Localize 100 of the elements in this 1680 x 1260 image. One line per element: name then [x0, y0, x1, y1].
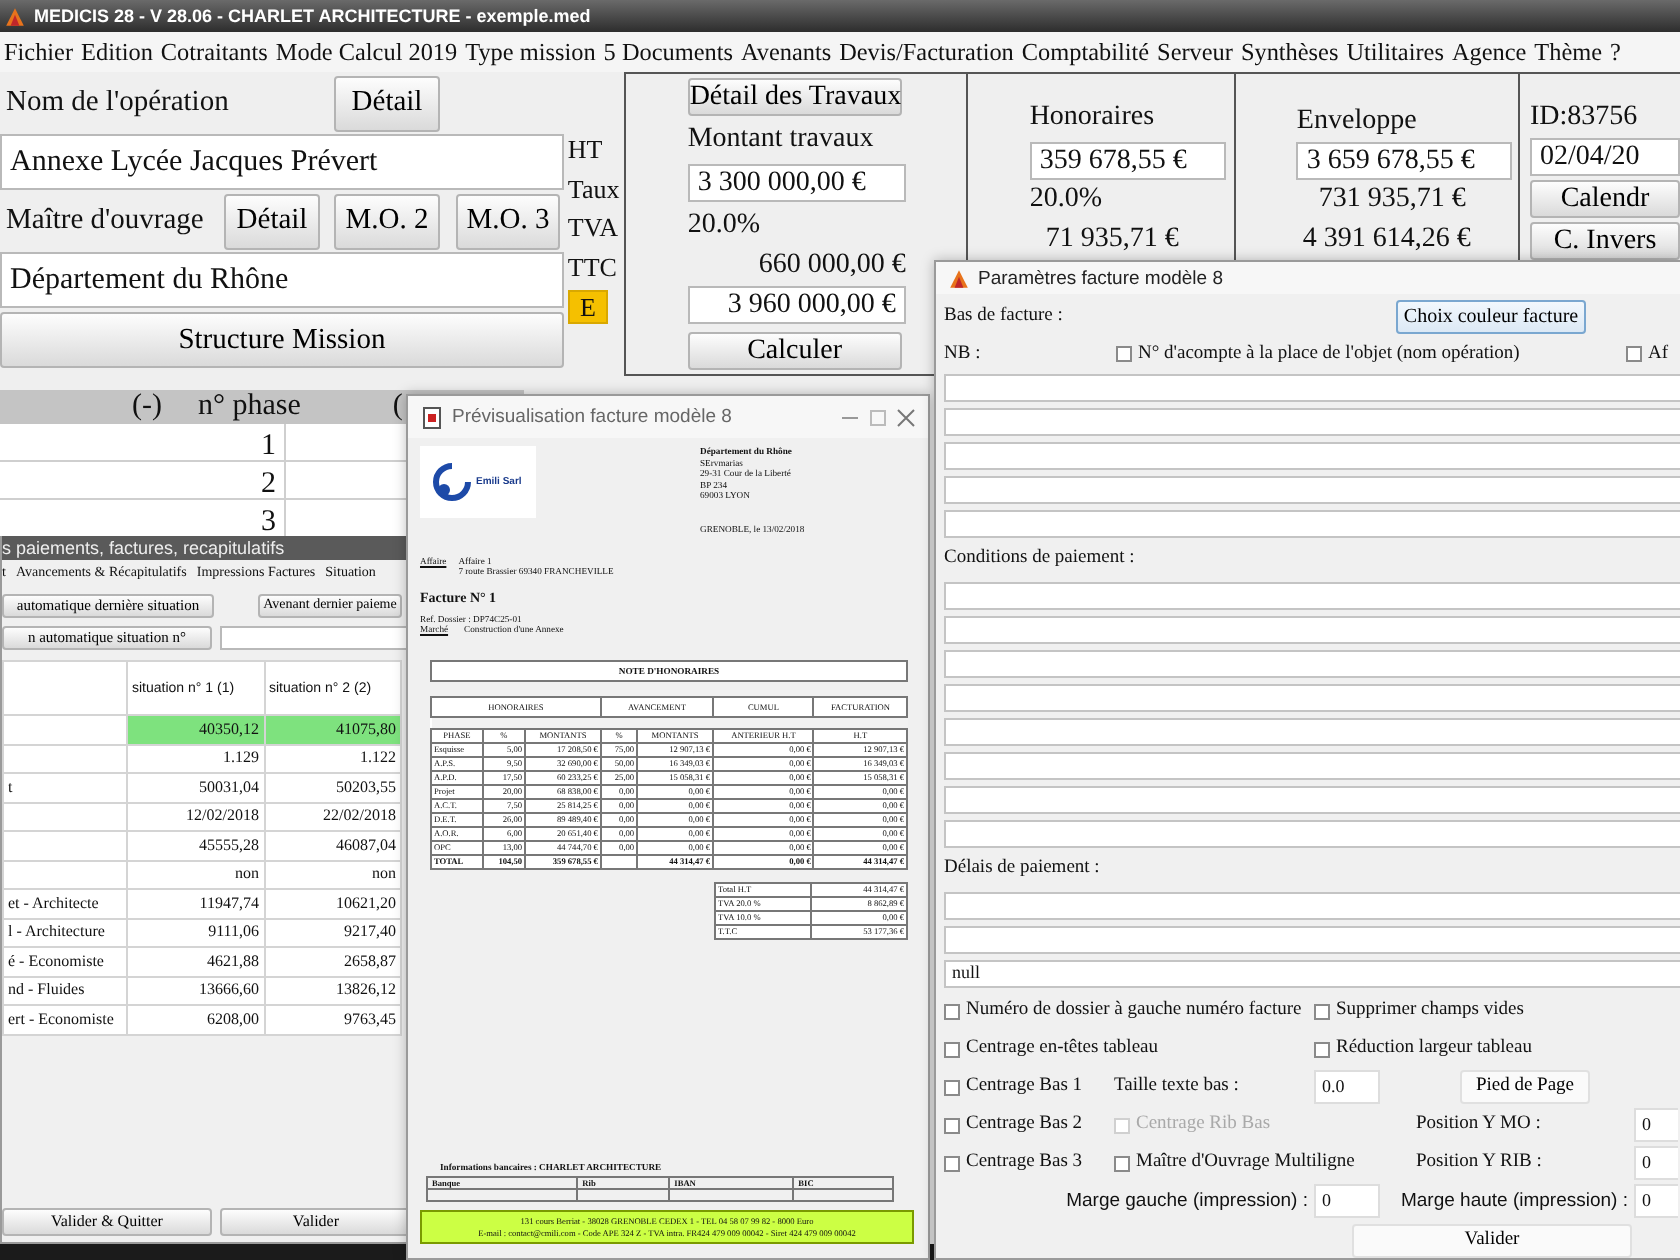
text-field[interactable]	[944, 616, 1680, 644]
row-label: et - Architecte	[8, 893, 99, 912]
amount-text: 4 391 614,26 €	[1300, 222, 1473, 258]
text-field[interactable]: null	[944, 960, 1680, 988]
menu-item[interactable]: Comptabilité	[1021, 33, 1150, 71]
text-field[interactable]	[944, 786, 1680, 814]
text-field[interactable]	[944, 892, 1680, 920]
amount-field[interactable]: 3 659 678,55 €	[1296, 142, 1513, 180]
text-field[interactable]	[944, 684, 1680, 712]
menu-item[interactable]: ?	[1610, 33, 1621, 71]
action-button[interactable]: Calendr	[1530, 180, 1680, 218]
checkbox[interactable]: Numéro de dossier à gauche numéro facture	[944, 996, 1314, 1026]
row-label: t	[8, 777, 13, 796]
checkbox[interactable]: Centrage Bas 3	[944, 1148, 1114, 1178]
text-field[interactable]	[944, 476, 1680, 504]
validate-button[interactable]: Valider	[219, 1208, 412, 1236]
amount-text: 71 935,71 €	[1043, 222, 1181, 258]
table-cell: 3	[261, 506, 276, 538]
table-cell: 9111,06	[127, 918, 264, 947]
menu-item[interactable]: Mode Calcul 2019	[275, 33, 458, 71]
menu-item[interactable]: Type mission	[465, 33, 596, 71]
checkbox[interactable]: Centrage Bas 2	[944, 1110, 1114, 1140]
menu-item[interactable]: Agence	[1451, 33, 1527, 71]
text-field[interactable]	[944, 582, 1680, 610]
menu-item[interactable]: Serveur	[1157, 33, 1233, 71]
owner-button[interactable]: Détail	[224, 193, 320, 249]
column-header: (	[392, 388, 403, 427]
table-cell: 10621,20	[264, 889, 401, 918]
checkbox[interactable]: Af	[1626, 339, 1669, 369]
date-field[interactable]: 02/04/20	[1530, 138, 1680, 176]
menu-item[interactable]: Avenants	[740, 33, 832, 71]
text-field[interactable]	[944, 926, 1680, 954]
detail-button[interactable]: Détail des Travaux	[687, 78, 902, 116]
column-header: n° phase	[198, 388, 301, 427]
menu-item[interactable]: Synthèses	[1240, 33, 1339, 71]
table-cell: 50031,04	[127, 773, 264, 802]
amount-field[interactable]: 3 300 000,00 €	[687, 164, 906, 202]
checkbox[interactable]: Maître d'Ouvrage Multiligne	[1114, 1148, 1384, 1178]
menu-item[interactable]: Fichier	[4, 33, 74, 71]
color-button[interactable]: Choix couleur facture	[1396, 300, 1586, 334]
menu-item[interactable]: 5 Documents	[603, 33, 733, 71]
maximize-icon	[868, 407, 888, 427]
checkbox[interactable]: N° d'acompte à la place de l'objet (nom opération)	[1116, 339, 1626, 369]
calculate-button[interactable]: Calculer	[687, 332, 902, 370]
number-field[interactable]: 0	[1634, 1146, 1678, 1180]
number-field[interactable]: 0.0	[1314, 1070, 1380, 1104]
section-label: NB :	[944, 341, 983, 368]
close-icon	[896, 407, 916, 427]
menu-item[interactable]: Edition	[81, 33, 153, 71]
table-cell: 1.122	[264, 744, 401, 773]
text-field[interactable]	[944, 442, 1680, 470]
menu-item[interactable]: Devis/Facturation	[839, 33, 1014, 71]
row-label: é - Economiste	[8, 951, 104, 970]
text-field[interactable]	[944, 650, 1680, 678]
detail-button[interactable]: Détail	[334, 75, 440, 131]
footer-button[interactable]: Pied de Page	[1460, 1070, 1590, 1104]
text-field[interactable]	[944, 510, 1680, 538]
checkbox[interactable]: Centrage Bas 1	[944, 1072, 1114, 1102]
rate-text: 20.0%	[1029, 182, 1104, 218]
menu-item[interactable]: Thème	[1534, 33, 1603, 71]
validate-quit-button[interactable]: Valider & Quitter	[2, 1208, 212, 1236]
action-button[interactable]: C. Invers	[1530, 222, 1680, 260]
app-icon	[948, 267, 970, 289]
owner-button[interactable]: M.O. 2	[334, 193, 440, 249]
field-label: Nom de l'opération	[4, 83, 231, 122]
row-label: nd - Fluides	[8, 980, 85, 999]
text-field[interactable]	[944, 820, 1680, 848]
window-title: Prévisualisation facture modèle 8	[452, 406, 734, 428]
structure-button[interactable]: Structure Mission	[0, 312, 564, 368]
table-cell: non	[127, 860, 264, 889]
owner-button[interactable]: M.O. 3	[456, 193, 560, 249]
checkbox[interactable]: Réduction largeur tableau	[1314, 1034, 1680, 1064]
amount-text: 731 935,71 €	[1316, 182, 1468, 218]
text-field[interactable]	[219, 625, 412, 649]
text-field[interactable]	[944, 752, 1680, 780]
table-cell: 40350,12	[127, 715, 264, 744]
section-label: Conditions de paiement :	[944, 546, 1137, 573]
text-field[interactable]	[944, 408, 1680, 436]
checkbox[interactable]: Centrage en-têtes tableau	[944, 1034, 1314, 1064]
rate-text: 20.0%	[687, 208, 762, 244]
text-field[interactable]	[944, 374, 1680, 402]
text-field[interactable]	[944, 718, 1680, 746]
menu-item[interactable]: Cotraitants	[160, 33, 268, 71]
validate-button[interactable]: Valider	[1352, 1224, 1632, 1258]
table-cell: non	[264, 860, 401, 889]
checkbox[interactable]: Supprimer champs vides	[1314, 996, 1680, 1026]
menu-item[interactable]: Utilitaires	[1346, 33, 1444, 71]
row-label: Taux	[567, 173, 620, 203]
number-field[interactable]: 0	[1634, 1184, 1678, 1218]
number-field[interactable]: 0	[1314, 1184, 1380, 1218]
amount-field[interactable]: 3 960 000,00 €	[687, 286, 906, 324]
table-cell: 1.129	[127, 744, 264, 773]
text-field[interactable]: Annexe Lycée Jacques Prévert	[0, 134, 564, 190]
number-field[interactable]: 0	[1634, 1108, 1678, 1142]
amount-field[interactable]: 359 678,55 €	[1029, 142, 1226, 180]
table-cell: 11947,74	[127, 889, 264, 918]
text-field[interactable]: Département du Rhône	[0, 252, 564, 308]
section-label: Délais de paiement :	[944, 856, 1102, 883]
row-label: HT	[567, 134, 603, 164]
table-cell: 2658,87	[264, 947, 401, 976]
